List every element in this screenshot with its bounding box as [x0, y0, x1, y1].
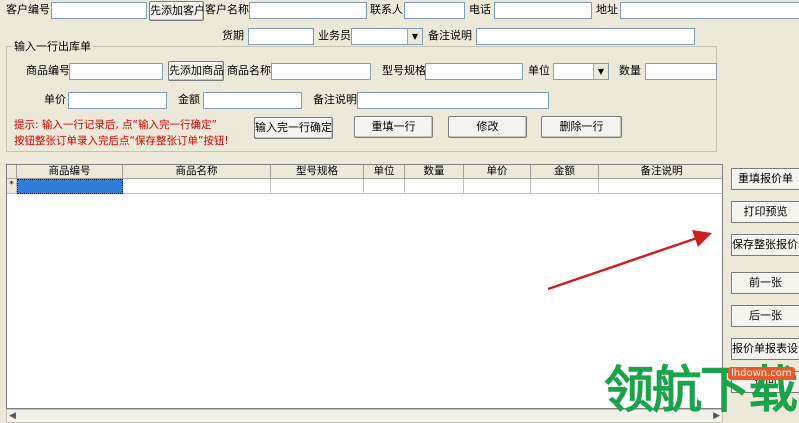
salesman-select[interactable]: ▼ — [351, 28, 423, 45]
delete-line-button[interactable]: 删除一行 — [541, 116, 622, 138]
scroll-left-icon[interactable]: ◀ — [9, 410, 16, 422]
refill-line-button[interactable]: 重填一行 — [354, 116, 433, 138]
grid-cell[interactable] — [123, 179, 271, 194]
salesman-label: 业务员 — [318, 29, 351, 42]
price-input[interactable] — [68, 92, 167, 109]
next-button[interactable]: 后一张 — [731, 305, 799, 327]
add-product-button[interactable]: 先添加商品 — [168, 61, 224, 81]
grid-cell[interactable] — [271, 179, 364, 194]
column-header-remark[interactable]: 备注说明 — [599, 165, 722, 179]
column-header-product-name[interactable]: 商品名称 — [123, 165, 271, 179]
hint-line-2: 按钮整张订单录入完后点“保存整张订单”按钮! — [14, 135, 229, 147]
contact-label: 联系人 — [370, 3, 403, 16]
report-design-button[interactable]: 报价单报表设计 — [731, 338, 799, 360]
customer-code-input[interactable] — [51, 2, 147, 19]
column-header-amount[interactable]: 金额 — [531, 165, 599, 179]
product-name-label: 商品名称 — [227, 64, 271, 77]
line-remark-label: 备注说明 — [313, 93, 357, 106]
customer-name-input[interactable] — [249, 2, 367, 19]
refill-quote-button[interactable]: 重填报价单 — [731, 168, 799, 190]
grid-cell[interactable] — [364, 179, 405, 194]
model-label: 型号规格 — [382, 64, 426, 77]
term-input[interactable] — [248, 28, 314, 45]
unit-label: 单位 — [528, 64, 550, 77]
column-header-product-code[interactable]: 商品编号 — [17, 165, 123, 179]
grid-cell[interactable] — [405, 179, 464, 194]
line-entry-group-title: 输入一行出库单 — [12, 40, 93, 53]
chevron-down-icon[interactable]: ▼ — [593, 64, 608, 79]
column-header-unit[interactable]: 单位 — [364, 165, 405, 179]
print-preview-button[interactable]: 打印预览 — [731, 201, 799, 223]
annotation-arrow-icon — [547, 230, 712, 291]
new-row-marker: * — [7, 179, 17, 194]
add-customer-button[interactable]: 先添加客户 — [149, 1, 204, 21]
modify-button[interactable]: 修改 — [448, 116, 527, 138]
prev-button[interactable]: 前一张 — [731, 272, 799, 294]
column-header-quantity[interactable]: 数量 — [405, 165, 464, 179]
product-code-label: 商品编号 — [26, 64, 70, 77]
unit-select[interactable]: ▼ — [553, 63, 609, 80]
grid-cell[interactable] — [464, 179, 531, 194]
model-input[interactable] — [425, 63, 523, 80]
customer-name-label: 客户名称 — [205, 3, 249, 16]
grid-cell[interactable] — [599, 179, 722, 194]
column-header-price[interactable]: 单价 — [464, 165, 531, 179]
term-label: 货期 — [222, 29, 244, 42]
amount-input[interactable] — [203, 92, 302, 109]
column-header-model[interactable]: 型号规格 — [271, 165, 364, 179]
address-label: 地址 — [596, 3, 618, 16]
phone-input[interactable] — [494, 2, 592, 19]
quantity-input[interactable] — [645, 63, 717, 80]
product-code-input[interactable] — [69, 63, 163, 80]
address-input[interactable] — [620, 2, 799, 19]
watermark-url: lhdown.com — [728, 367, 795, 380]
row-indicator-header — [7, 165, 17, 179]
confirm-line-button[interactable]: 输入完一行确定 — [254, 117, 333, 139]
save-quote-button[interactable]: 保存整张报价单 — [731, 234, 799, 256]
hint-line-1: 提示: 输入一行记录后, 点“输入完一行确定” — [14, 119, 217, 131]
product-name-input[interactable] — [271, 63, 371, 80]
order-remark-label: 备注说明 — [428, 29, 472, 42]
line-remark-input[interactable] — [357, 92, 549, 109]
customer-code-label: 客户编号 — [6, 3, 50, 16]
amount-label: 金额 — [178, 93, 200, 106]
contact-input[interactable] — [404, 2, 465, 19]
phone-label: 电话 — [469, 3, 491, 16]
order-remark-input[interactable] — [476, 28, 695, 45]
grid-cell-selected[interactable] — [17, 179, 123, 194]
grid-cell[interactable] — [531, 179, 599, 194]
chevron-down-icon[interactable]: ▼ — [407, 29, 422, 44]
price-label: 单价 — [44, 93, 66, 106]
quantity-label: 数量 — [619, 64, 641, 77]
